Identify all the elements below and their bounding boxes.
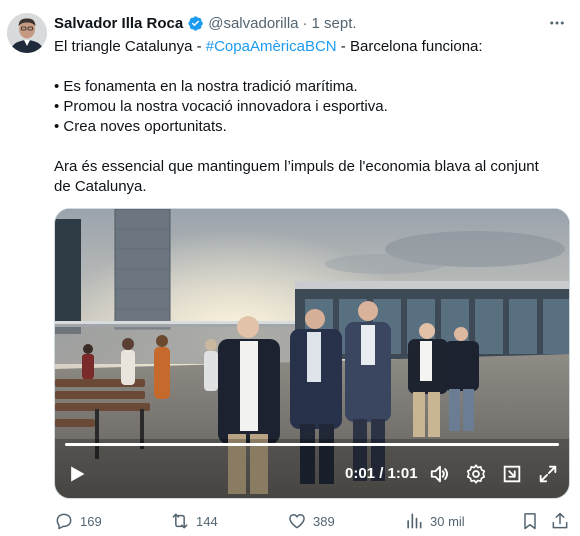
video-frame [55,209,569,498]
heart-icon [289,514,305,529]
bullet-item: • Es fonamenta en la nostra tradició mar… [54,78,358,95]
reply-count: 169 [80,513,102,529]
share-icon [552,512,568,529]
paragraph-line: de Catalunya. [54,178,147,195]
repost-button[interactable]: 144 [170,509,218,533]
views-icon [407,513,422,529]
views-button[interactable]: 30 mil [404,509,465,533]
bullet-item: • Crea noves oportunitats. [54,118,227,135]
author-name[interactable]: Salvador Illa Roca [54,15,183,32]
avatar[interactable] [7,13,47,53]
bullet-item: • Promou la nostra vocació innovadora i … [54,98,388,115]
video-time: 0:01 / 1:01 [345,465,418,482]
settings-icon[interactable] [465,463,487,485]
tweet-actions: 169 144 389 30 mil [54,509,570,533]
reply-button[interactable]: 169 [54,509,102,533]
bookmark-icon [524,513,536,530]
video-player[interactable]: 0:01 / 1:01 [54,208,570,499]
like-count: 389 [313,513,335,529]
video-progress-fill [65,443,559,446]
video-controls: 0:01 / 1:01 [55,458,569,490]
tweet[interactable]: Salvador Illa Roca @salvadorilla · 1 sep… [0,0,580,536]
bookmark-button[interactable] [520,509,546,533]
author-handle[interactable]: @salvadorilla [208,15,298,32]
verified-badge-icon [188,15,203,31]
tweet-text-prefix: El triangle Catalunya - [54,38,206,55]
tweet-header: Salvador Illa Roca @salvadorilla · 1 sep… [54,13,357,33]
fullscreen-icon[interactable] [537,463,559,485]
video-progress-bar[interactable] [65,443,559,446]
tweet-line-1: El triangle Catalunya - #CopaAmèricaBCN … [54,37,569,57]
views-count: 30 mil [430,513,465,529]
pip-icon[interactable] [501,463,523,485]
repost-count: 144 [196,513,218,529]
repost-icon [172,513,188,529]
share-button[interactable] [550,509,576,533]
separator-dot: · [302,14,308,32]
paragraph-line: Ara és essencial que mantinguem l’impuls… [54,158,539,175]
avatar-image [7,13,47,53]
tweet-text-suffix: - Barcelona funciona: [336,38,483,55]
more-icon[interactable] [548,14,566,32]
tweet-date[interactable]: 1 sept. [312,15,357,32]
hashtag-link[interactable]: #CopaAmèricaBCN [206,38,337,55]
tweet-text: El triangle Catalunya - #CopaAmèricaBCN … [54,37,569,197]
like-button[interactable]: 389 [287,509,335,533]
play-icon[interactable] [67,464,87,484]
volume-icon[interactable] [429,463,451,485]
reply-icon [56,513,72,530]
